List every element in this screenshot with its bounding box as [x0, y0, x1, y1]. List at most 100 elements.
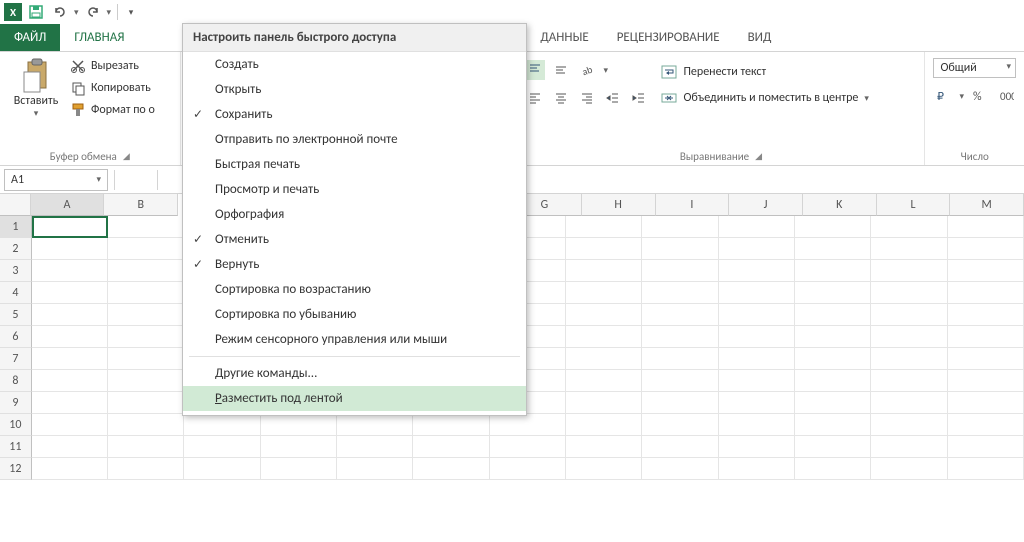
- cell[interactable]: [32, 304, 108, 326]
- cell[interactable]: [795, 392, 871, 414]
- cell[interactable]: [795, 436, 871, 458]
- percent-format-icon[interactable]: %: [970, 86, 990, 106]
- cell[interactable]: [32, 370, 108, 392]
- cell[interactable]: [108, 282, 184, 304]
- cell[interactable]: [871, 282, 947, 304]
- cell[interactable]: [871, 326, 947, 348]
- cell[interactable]: [948, 436, 1024, 458]
- col-header[interactable]: B: [104, 194, 178, 216]
- paste-dropdown-icon[interactable]: ▾: [34, 108, 39, 119]
- accounting-dropdown-icon[interactable]: ▾: [959, 91, 964, 102]
- cell[interactable]: [719, 392, 795, 414]
- cell[interactable]: [566, 348, 642, 370]
- cell[interactable]: [337, 436, 413, 458]
- name-box-dropdown-icon[interactable]: ▾: [96, 174, 101, 185]
- cell[interactable]: [642, 326, 718, 348]
- row-header[interactable]: 1: [0, 216, 32, 238]
- menu-item-show-below-ribbon[interactable]: Разместить под лентой: [183, 386, 526, 411]
- col-header[interactable]: L: [877, 194, 951, 216]
- row-header[interactable]: 10: [0, 414, 32, 436]
- align-middle-icon[interactable]: [551, 60, 571, 80]
- menu-item[interactable]: ✓Сохранить: [183, 102, 526, 127]
- cell[interactable]: [719, 348, 795, 370]
- cell[interactable]: [108, 414, 184, 436]
- cell[interactable]: [32, 282, 108, 304]
- cell[interactable]: [871, 238, 947, 260]
- accounting-format-icon[interactable]: ₽: [933, 86, 953, 106]
- menu-item[interactable]: ✓Вернуть: [183, 252, 526, 277]
- cell[interactable]: [642, 216, 718, 238]
- cell[interactable]: [108, 238, 184, 260]
- cell[interactable]: [719, 414, 795, 436]
- cell[interactable]: [871, 260, 947, 282]
- cell[interactable]: [642, 282, 718, 304]
- select-all-corner[interactable]: [0, 194, 31, 216]
- cell[interactable]: [32, 392, 108, 414]
- cell[interactable]: [719, 282, 795, 304]
- cell[interactable]: [108, 326, 184, 348]
- increase-indent-icon[interactable]: [629, 88, 649, 108]
- cell[interactable]: [948, 458, 1024, 480]
- cell[interactable]: [795, 348, 871, 370]
- cell[interactable]: [32, 436, 108, 458]
- cell[interactable]: [566, 370, 642, 392]
- cell[interactable]: [108, 436, 184, 458]
- cell[interactable]: [871, 458, 947, 480]
- col-header[interactable]: K: [803, 194, 877, 216]
- decrease-indent-icon[interactable]: [603, 88, 623, 108]
- cell[interactable]: [261, 458, 337, 480]
- cell[interactable]: [184, 436, 260, 458]
- cell[interactable]: [566, 238, 642, 260]
- cell[interactable]: [32, 414, 108, 436]
- menu-item[interactable]: Создать: [183, 52, 526, 77]
- undo-dropdown-icon[interactable]: ▾: [74, 7, 79, 18]
- tab-data[interactable]: ДАННЫЕ: [526, 24, 602, 51]
- cell[interactable]: [642, 304, 718, 326]
- cell[interactable]: [795, 414, 871, 436]
- wrap-text-button[interactable]: Перенести текст: [661, 64, 868, 80]
- cell[interactable]: [642, 436, 718, 458]
- row-header[interactable]: 3: [0, 260, 32, 282]
- cell[interactable]: [566, 436, 642, 458]
- cell[interactable]: [948, 414, 1024, 436]
- align-right-icon[interactable]: [577, 88, 597, 108]
- cell[interactable]: [719, 216, 795, 238]
- cell[interactable]: [871, 304, 947, 326]
- cell[interactable]: [948, 326, 1024, 348]
- redo-icon[interactable]: [83, 2, 103, 22]
- orientation-icon[interactable]: ab: [577, 60, 597, 80]
- cell[interactable]: [948, 282, 1024, 304]
- clipboard-dialog-launcher-icon[interactable]: ◢: [123, 151, 130, 162]
- row-header[interactable]: 9: [0, 392, 32, 414]
- row-header[interactable]: 11: [0, 436, 32, 458]
- cell[interactable]: [32, 238, 108, 260]
- tab-file[interactable]: ФАЙЛ: [0, 24, 60, 51]
- cell[interactable]: [566, 414, 642, 436]
- tab-review[interactable]: РЕЦЕНЗИРОВАНИЕ: [603, 24, 734, 51]
- undo-icon[interactable]: [50, 2, 70, 22]
- cell[interactable]: [108, 216, 184, 238]
- cell[interactable]: [32, 348, 108, 370]
- menu-item-more-commands[interactable]: Другие команды...: [183, 361, 526, 386]
- cell[interactable]: [108, 392, 184, 414]
- menu-item[interactable]: ✓Отменить: [183, 227, 526, 252]
- cell[interactable]: [184, 414, 260, 436]
- cell[interactable]: [719, 436, 795, 458]
- cell[interactable]: [32, 458, 108, 480]
- cell[interactable]: [719, 260, 795, 282]
- cell[interactable]: [871, 436, 947, 458]
- cell[interactable]: [108, 370, 184, 392]
- align-center-icon[interactable]: [551, 88, 571, 108]
- cell[interactable]: [32, 326, 108, 348]
- cell[interactable]: [184, 458, 260, 480]
- menu-item[interactable]: Быстрая печать: [183, 152, 526, 177]
- cell[interactable]: [566, 304, 642, 326]
- row-header[interactable]: 5: [0, 304, 32, 326]
- cell[interactable]: [719, 304, 795, 326]
- cell[interactable]: [948, 238, 1024, 260]
- menu-item[interactable]: Сортировка по возрастанию: [183, 277, 526, 302]
- cell[interactable]: [337, 414, 413, 436]
- row-header[interactable]: 12: [0, 458, 32, 480]
- row-header[interactable]: 6: [0, 326, 32, 348]
- cell[interactable]: [261, 414, 337, 436]
